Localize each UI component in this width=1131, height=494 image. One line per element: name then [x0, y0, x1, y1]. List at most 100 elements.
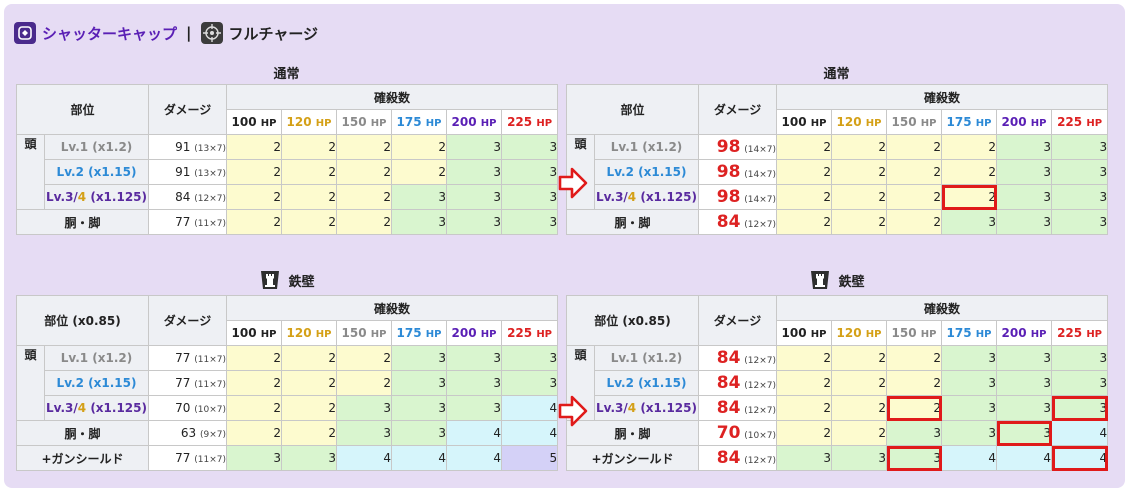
level-label: (x1.125): [86, 190, 147, 204]
part-label: Lv.1 (x1.2): [43, 134, 150, 160]
kill-count-cell: 2: [226, 395, 282, 421]
part-label: 胴・脚: [15, 209, 150, 235]
damage-detail: (12×7): [744, 406, 776, 416]
hp-unit: HP: [1030, 329, 1047, 340]
hp-unit: HP: [260, 329, 277, 340]
kill-count-cell: 3: [391, 209, 448, 235]
kill-count-cell: 2: [281, 209, 338, 235]
level-label: (x1.125): [86, 401, 147, 415]
hp-value: 120: [286, 115, 312, 129]
hp-value: 175: [946, 326, 972, 340]
hp-column-header: 200 HP: [996, 320, 1052, 346]
kill-count-cell: 3: [501, 159, 559, 185]
head-group-label: 頭: [16, 345, 45, 421]
table-row: Lv.3/4 (x1.125) 70 (10×7) 2 2 3 3 3 4: [17, 395, 559, 421]
damage-detail: (12×7): [194, 194, 227, 204]
kill-count-cell: 3: [1050, 370, 1109, 396]
kill-count-cell: 2: [831, 184, 888, 210]
kill-count-cell: 2: [941, 184, 998, 210]
kill-count-cell: 3: [1050, 395, 1109, 421]
kill-count-cell: 2: [886, 209, 943, 235]
damage-detail: (11×7): [194, 355, 226, 365]
hp-column-header: 120 HP: [281, 109, 338, 135]
kill-count-cell: 3: [336, 420, 392, 446]
kill-count-cell: 2: [941, 134, 998, 160]
table-row: 頭 Lv.1 (x1.2) 77 (11×7) 2 2 2 3 3 3: [16, 345, 559, 421]
table-normal-before: 部位 ダメージ 確殺数 100 HP 120 HP 150 HP 175 HP 200 HP 2…: [15, 84, 559, 235]
damage-value: 98: [716, 162, 741, 182]
damage-value: 84: [716, 212, 741, 232]
table-row: 頭 Lv.1 (x1.2) 91 (13×7) 2 2 2 2 3 3: [16, 134, 559, 210]
column-header-damage: ダメージ: [148, 295, 227, 346]
table-row: 頭 Lv.1 (x1.2) 84 (12×7) 2 2 2 3 3 3: [566, 345, 1109, 421]
table-row: Lv.3/4 (x1.125) 84 (12×7) 2 2 2 3 3 3: [567, 395, 1109, 421]
hp-unit: HP: [975, 118, 992, 129]
kill-count-cell: 2: [831, 209, 888, 235]
damage-cell: 84 (12×7): [698, 395, 777, 421]
part-label: 胴・脚: [565, 209, 700, 235]
damage-cell: 84 (12×7): [698, 370, 777, 396]
kill-count-cell: 3: [336, 395, 392, 421]
shatter-cap-icon: [14, 22, 36, 44]
level-label: Lv.1 (x1.2): [610, 140, 683, 154]
damage-cell: 91 (13×7): [148, 159, 228, 185]
hp-column-header: 120 HP: [831, 320, 887, 346]
hp-unit: HP: [865, 118, 882, 129]
kill-count-cell: 3: [1051, 159, 1109, 185]
part-label: Lv.3/4 (x1.125): [43, 184, 150, 210]
header-separator: |: [186, 24, 192, 42]
kill-count-cell: 4: [500, 420, 559, 446]
part-label: Lv.3/4 (x1.125): [594, 395, 699, 421]
hp-unit: HP: [425, 118, 442, 129]
weapon-header: シャッターキャップ | フルチャージ: [14, 20, 318, 46]
kill-count-cell: 4: [500, 395, 559, 421]
hp-unit: HP: [1030, 118, 1047, 129]
hp-column-header: 225 HP: [500, 320, 559, 346]
hp-value: 200: [451, 115, 477, 129]
hp-value: 120: [286, 326, 312, 340]
damage-cell: 77 (11×7): [148, 209, 228, 235]
part-label: Lv.2 (x1.15): [594, 370, 699, 396]
kill-count-cell: 3: [391, 345, 447, 371]
part-label: Lv.2 (x1.15): [43, 159, 150, 185]
kill-count-cell: 2: [336, 134, 393, 160]
weapon-name[interactable]: シャッターキャップ: [42, 23, 177, 44]
part-label: +ガンシールド: [16, 445, 149, 471]
damage-cell: 70 (10×7): [698, 420, 777, 446]
kill-count-cell: 2: [336, 370, 392, 396]
caption-text: 鉄壁: [288, 274, 315, 290]
caption-text: 通常: [273, 66, 300, 82]
kill-count-cell: 2: [831, 345, 887, 371]
kill-count-cell: 5: [500, 445, 559, 471]
table-row: Lv.2 (x1.15) 98 (14×7) 2 2 2 2 3 3: [567, 159, 1109, 185]
hp-value: 100: [231, 115, 257, 129]
damage-detail: (12×7): [744, 456, 776, 466]
kill-count-cell: 2: [886, 159, 943, 185]
hp-unit: HP: [920, 329, 937, 340]
hp-value: 150: [341, 326, 367, 340]
table-row: +ガンシールド 84 (12×7) 3 3 3 4 4 4: [566, 445, 1109, 471]
kill-count-cell: 2: [281, 420, 337, 446]
kill-count-cell: 2: [281, 345, 337, 371]
kill-count-cell: 4: [941, 445, 997, 471]
hp-unit: HP: [536, 118, 553, 129]
hp-unit: HP: [1086, 329, 1103, 340]
kill-count-cell: 2: [226, 209, 283, 235]
hp-value: 100: [231, 326, 257, 340]
damage-cell: 84 (12×7): [698, 345, 777, 371]
part-label: 胴・脚: [16, 420, 149, 446]
kill-count-cell: 3: [1051, 209, 1109, 235]
kill-count-cell: 2: [226, 420, 282, 446]
part-label: Lv.2 (x1.15): [593, 159, 700, 185]
hp-value: 150: [891, 115, 917, 129]
damage-cell: 84 (12×7): [698, 445, 777, 471]
level-label: Lv.2 (x1.15): [606, 376, 687, 390]
damage-detail: (14×7): [744, 195, 777, 205]
level-label: 4: [627, 190, 637, 204]
column-header-kill-count: 確殺数: [226, 84, 559, 110]
kill-count-cell: 3: [446, 345, 502, 371]
hp-unit: HP: [865, 329, 882, 340]
kill-count-cell: 2: [226, 134, 283, 160]
kill-count-cell: 3: [446, 159, 503, 185]
table-row: Lv.2 (x1.15) 84 (12×7) 2 2 2 3 3 3: [567, 370, 1109, 396]
